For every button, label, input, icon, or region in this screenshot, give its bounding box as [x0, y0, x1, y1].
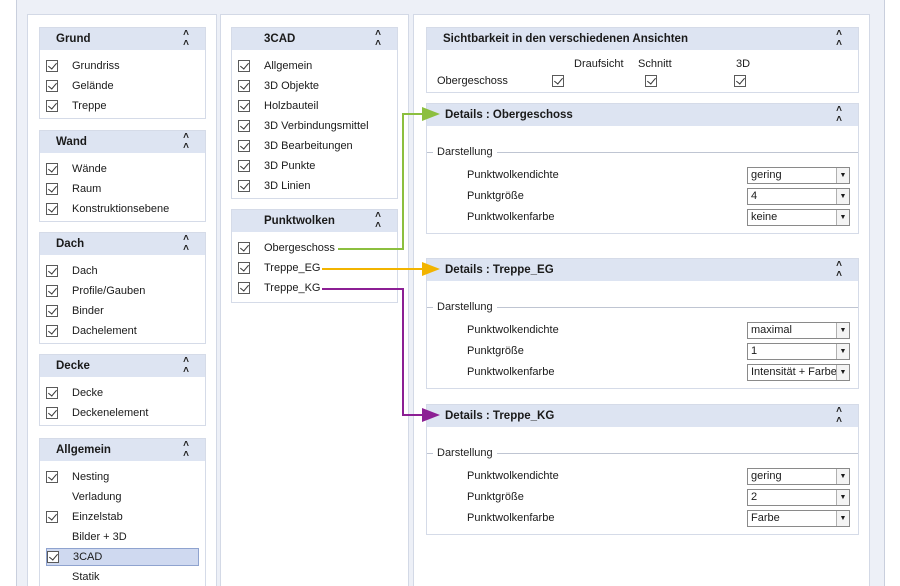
arrow-treppe-kg-head — [422, 408, 440, 422]
arrow-treppe-kg — [322, 288, 424, 416]
arrow-obergeschoss — [338, 113, 424, 250]
connection-arrows — [322, 107, 440, 422]
arrow-obergeschoss-head — [422, 107, 440, 121]
arrow-treppe-eg-head — [422, 262, 440, 276]
